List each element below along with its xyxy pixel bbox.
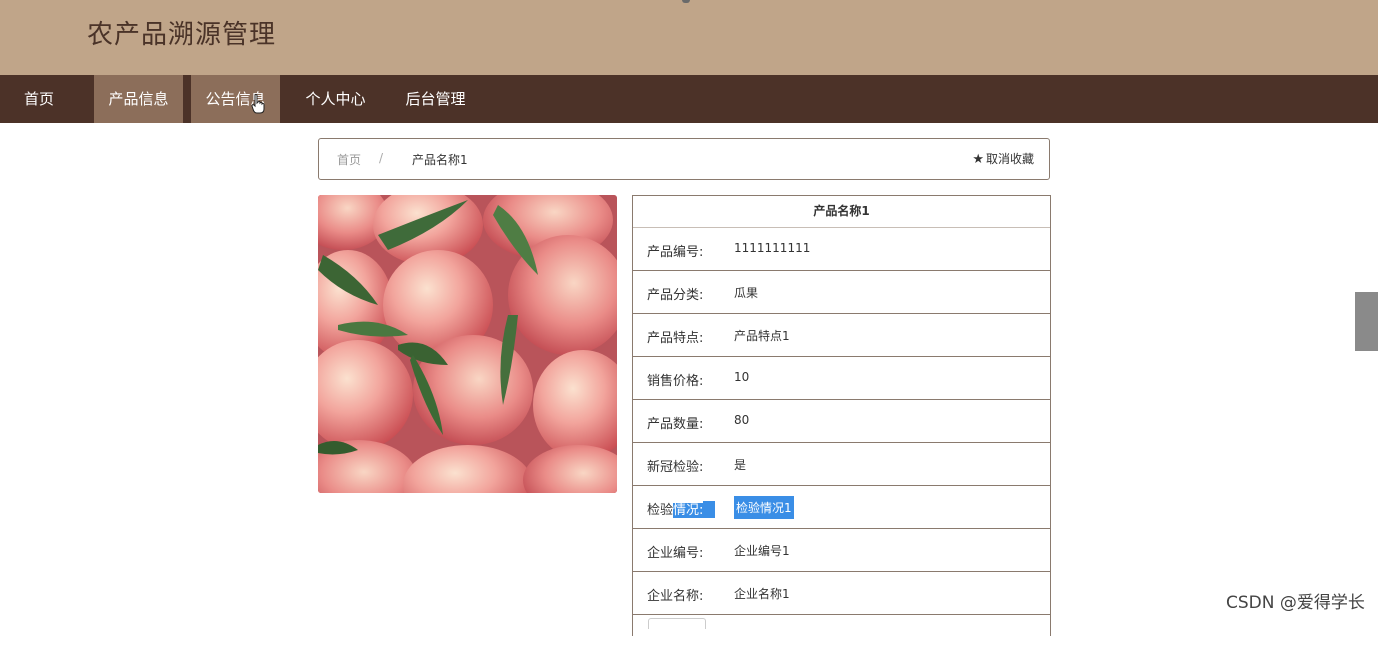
field-label: 销售价格: xyxy=(647,374,704,389)
field-value: 1111111111 xyxy=(734,241,811,255)
field-label-plain: 检验 xyxy=(647,503,674,518)
field-value: 10 xyxy=(734,370,750,384)
nav-product-info[interactable]: 产品信息 xyxy=(94,75,183,123)
breadcrumb-separator: / xyxy=(379,151,384,165)
product-image xyxy=(318,195,617,493)
field-label: 产品编号: xyxy=(647,245,704,260)
field-value: 企业编号1 xyxy=(734,544,790,558)
star-icon: ★ xyxy=(972,152,984,167)
breadcrumb: 首页 / 产品名称1 ★ 取消收藏 xyxy=(318,138,1050,180)
field-value: 80 xyxy=(734,413,750,427)
site-title: 农产品溯源管理 xyxy=(87,20,277,50)
field-label: 产品分类: xyxy=(647,288,704,303)
field-value: 企业名称1 xyxy=(734,587,790,601)
nav-admin[interactable]: 后台管理 xyxy=(388,75,483,123)
watermark: CSDN @爱得学长 xyxy=(1226,593,1365,613)
detail-row-selected: 检验情况: 检验情况1 xyxy=(633,486,1050,529)
detail-row: 销售价格: 10 xyxy=(633,357,1050,400)
nav-personal-center[interactable]: 个人中心 xyxy=(288,75,383,123)
field-value: 产品特点1 xyxy=(734,329,790,343)
detail-row: 产品编号: 1111111111 xyxy=(633,228,1050,271)
field-label: 企业名称: xyxy=(647,589,704,604)
field-label: 产品特点: xyxy=(647,331,704,346)
site-header: 农产品溯源管理 xyxy=(0,0,1378,75)
nav-announcements[interactable]: 公告信息 xyxy=(191,75,280,123)
detail-row-partial xyxy=(633,615,1050,657)
text-selection: 情况: xyxy=(673,503,704,518)
product-detail-table: 产品名称1 产品编号: 1111111111 产品分类: 瓜果 产品特点: 产品… xyxy=(632,195,1051,636)
action-button[interactable] xyxy=(648,618,706,629)
detail-row: 产品特点: 产品特点1 xyxy=(633,314,1050,357)
nav-home[interactable]: 首页 xyxy=(0,75,78,123)
selection-highlight xyxy=(703,501,716,518)
header-marker xyxy=(682,0,690,3)
field-value-selected: 检验情况1 xyxy=(734,496,794,519)
field-label: 产品数量: xyxy=(647,417,704,432)
detail-row: 产品分类: 瓜果 xyxy=(633,271,1050,314)
breadcrumb-home[interactable]: 首页 xyxy=(337,151,361,168)
main-nav: 首页 产品信息 公告信息 个人中心 后台管理 xyxy=(0,75,1378,123)
product-title: 产品名称1 xyxy=(633,196,1050,228)
unfavorite-label: 取消收藏 xyxy=(985,152,1034,166)
field-value: 是 xyxy=(734,458,747,472)
detail-row: 企业名称: 企业名称1 xyxy=(633,572,1050,615)
field-label: 检验情况: xyxy=(647,499,716,518)
peach-photo-icon xyxy=(318,195,617,493)
detail-row: 新冠检验: 是 xyxy=(633,443,1050,486)
breadcrumb-current: 产品名称1 xyxy=(412,153,468,167)
unfavorite-button[interactable]: ★ 取消收藏 xyxy=(972,150,1034,167)
field-value: 瓜果 xyxy=(734,286,759,300)
side-scroll-handle[interactable] xyxy=(1355,292,1378,351)
field-label: 新冠检验: xyxy=(647,460,704,475)
detail-row: 产品数量: 80 xyxy=(633,400,1050,443)
field-label: 企业编号: xyxy=(647,546,704,561)
detail-row: 企业编号: 企业编号1 xyxy=(633,529,1050,572)
